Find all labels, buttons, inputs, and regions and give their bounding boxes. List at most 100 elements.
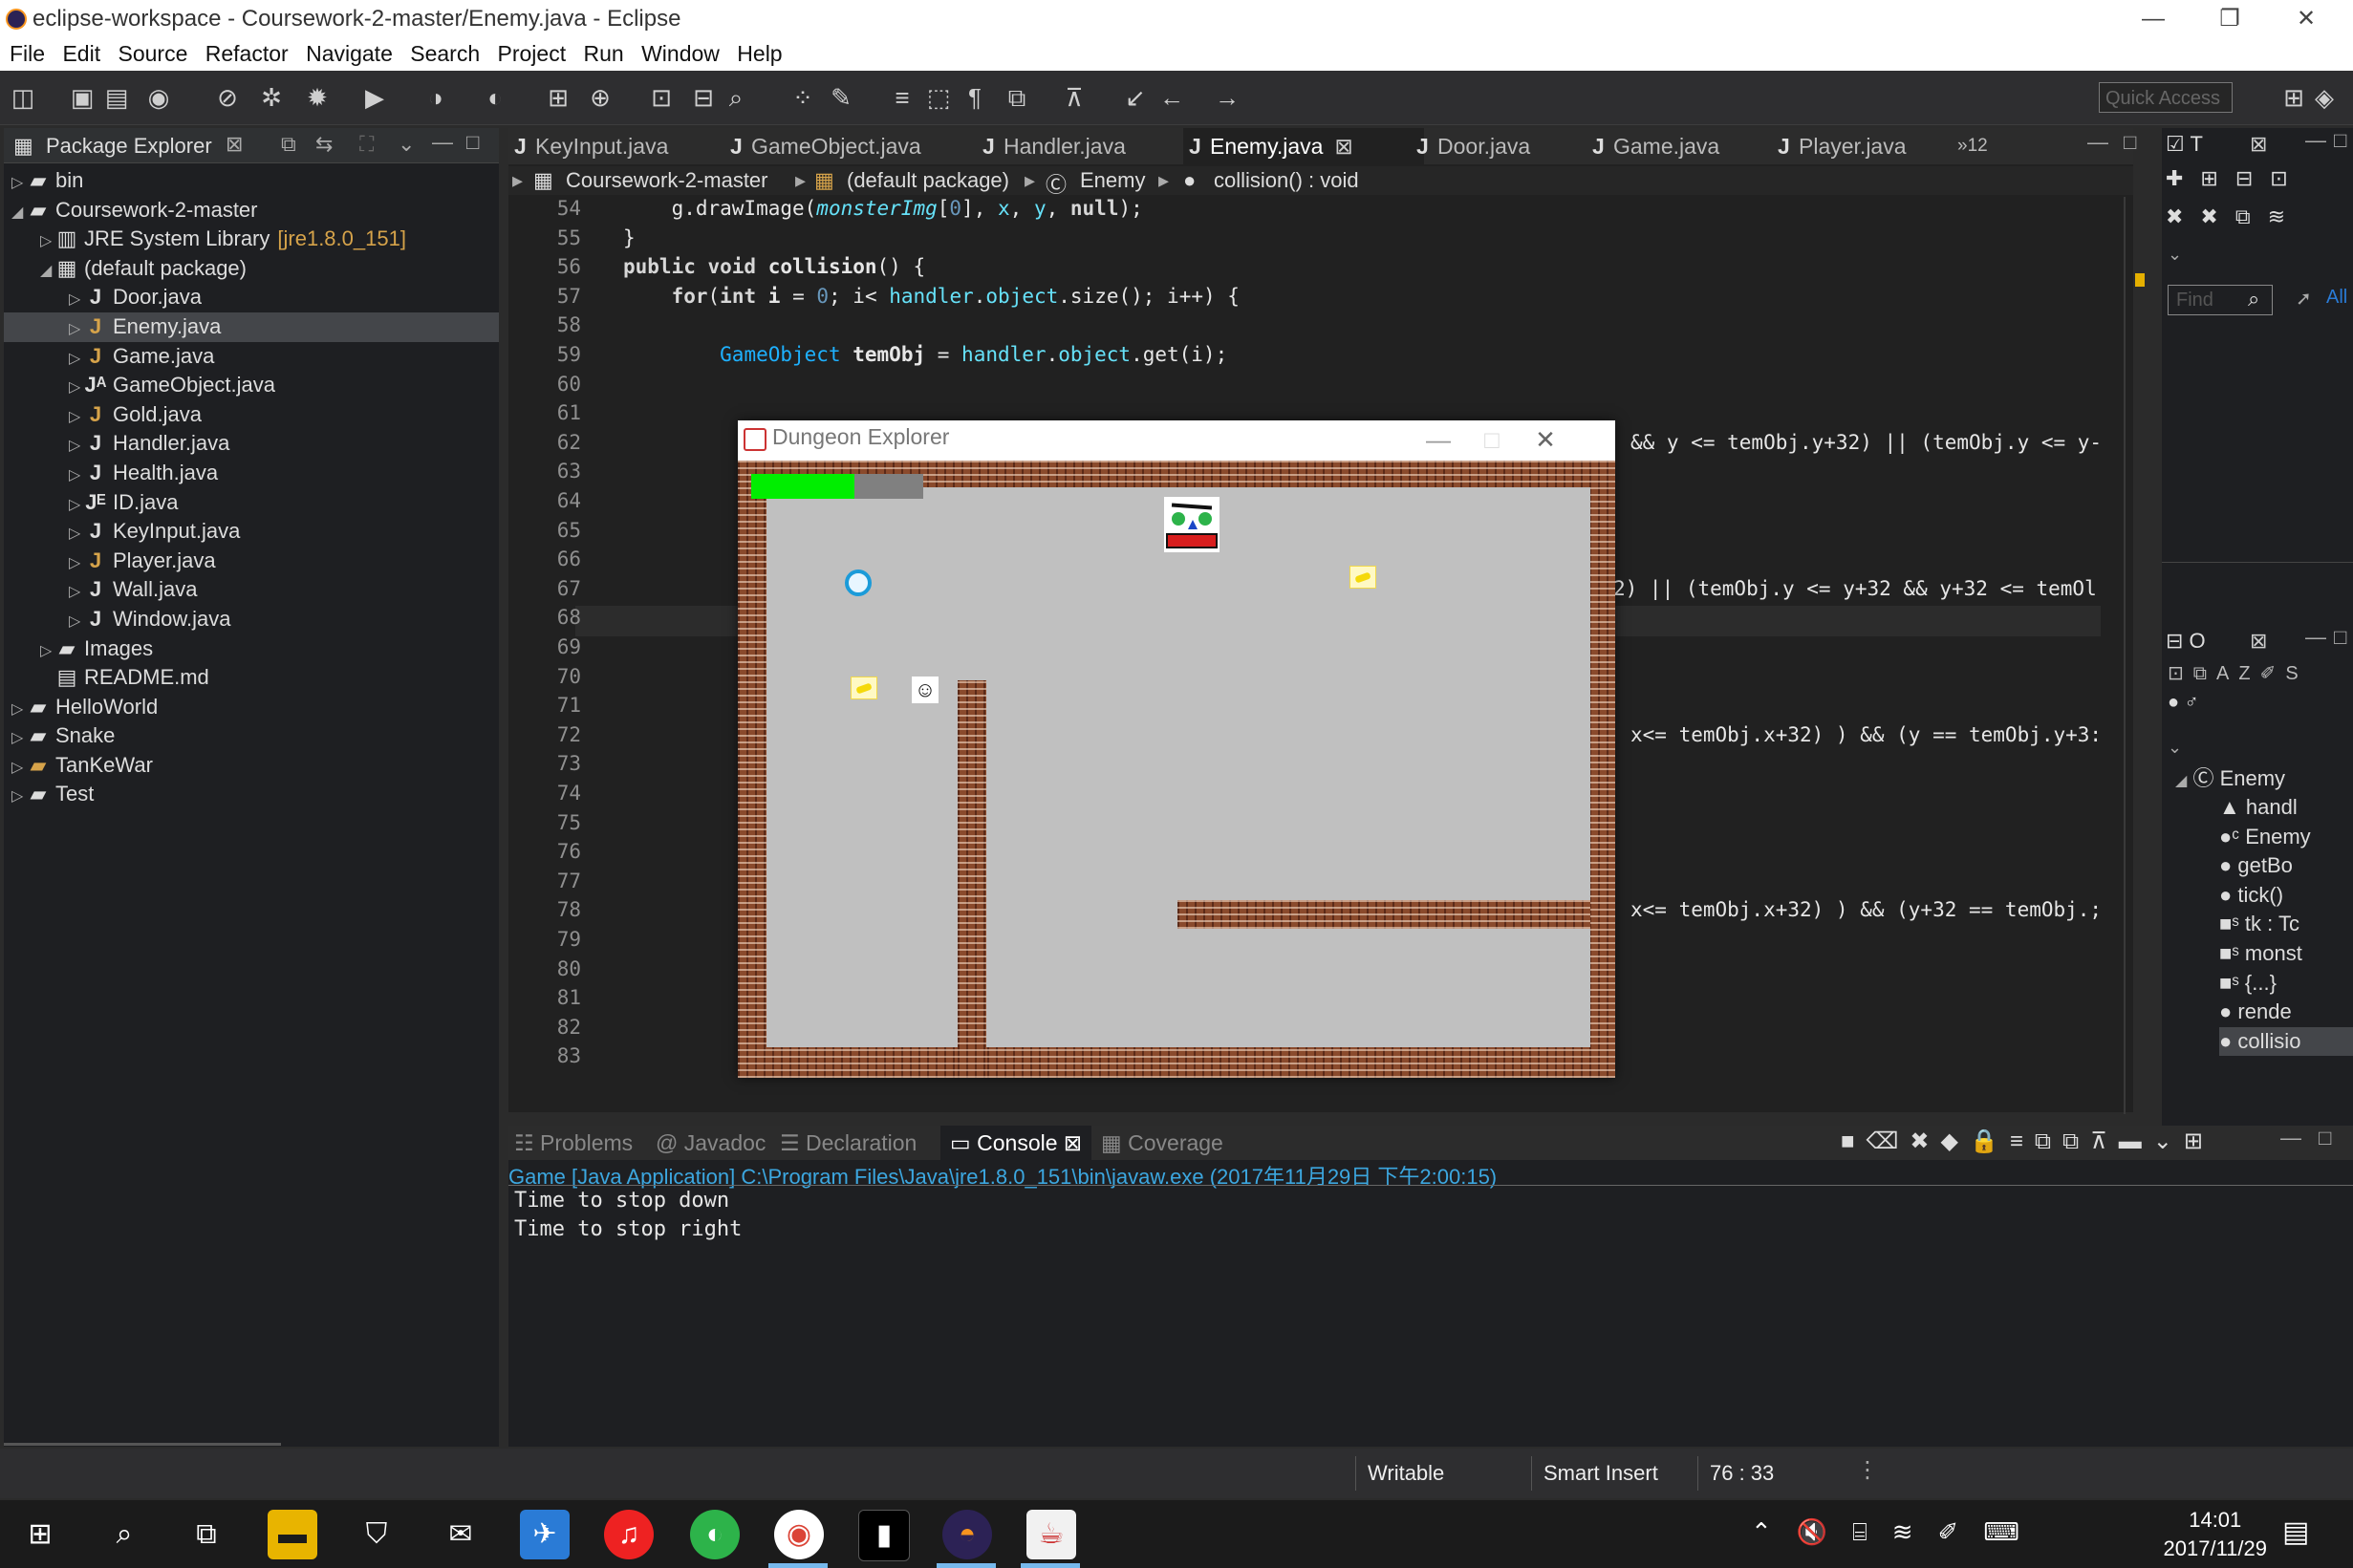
run-icon[interactable]: ▶	[359, 82, 390, 113]
menu-file[interactable]: File	[8, 38, 47, 70]
system-tray[interactable]: ⌃🔇⌸≋✐⌨	[1751, 1517, 2044, 1548]
task-view-icon[interactable]: ⧉	[182, 1510, 231, 1559]
start-windows-icon[interactable]: ⊞	[15, 1510, 65, 1559]
outline-class[interactable]: ◢ Ⓒ Enemy	[2175, 764, 2285, 793]
tab-enemy[interactable]: J Enemy.java ⊠	[1183, 128, 1424, 164]
search-icon[interactable]: ⌕	[99, 1510, 149, 1559]
breadcrumb-package[interactable]: (default package)	[847, 168, 1009, 193]
toggle-mark-icon[interactable]: ⁘	[788, 82, 818, 113]
save-all-icon[interactable]: ▤	[101, 82, 132, 113]
tab-gameobject[interactable]: J GameObject.java	[724, 128, 990, 164]
collapsed-twisty-icon[interactable]: ▷	[11, 724, 27, 754]
menu-refactor[interactable]: Refactor	[204, 38, 291, 70]
outline-member[interactable]: ■ˢ monst	[2219, 939, 2302, 968]
new-java-package-icon[interactable]: ⊞	[543, 82, 573, 113]
collapsed-twisty-icon[interactable]: ▷	[69, 432, 84, 462]
tree-item[interactable]: ▷ J Player.java	[4, 547, 499, 576]
debug-icon[interactable]: ✲	[256, 82, 287, 113]
maximize-view-icon[interactable]: □	[2319, 1126, 2331, 1150]
eclipse-icon[interactable]: ◓	[942, 1510, 992, 1559]
store-icon[interactable]: ⛉	[352, 1510, 401, 1559]
maximize-editor-icon[interactable]: □	[2124, 130, 2136, 155]
tab-keyinput[interactable]: J KeyInput.java	[508, 128, 749, 164]
collapsed-twisty-icon[interactable]: ▷	[69, 520, 84, 549]
minimize-editor-icon[interactable]: —	[2087, 130, 2108, 155]
pin-icon[interactable]: ⊼	[1059, 82, 1090, 113]
back-icon[interactable]: ←	[1156, 82, 1187, 113]
tree-item[interactable]: ▷ J KeyInput.java	[4, 517, 499, 547]
expanded-twisty-icon[interactable]: ◢	[40, 257, 55, 287]
collapsed-twisty-icon[interactable]: ▷	[69, 578, 84, 608]
search-icon[interactable]: ⌕	[721, 82, 751, 113]
tree-item[interactable]: ▷ J Game.java	[4, 342, 499, 372]
save-icon[interactable]: ▣	[67, 82, 97, 113]
tree-item[interactable]: ▷ ▰ HelloWorld	[4, 693, 499, 722]
outline-member[interactable]: ■ˢ {...}	[2219, 969, 2277, 998]
breadcrumb-class[interactable]: Enemy	[1080, 168, 1145, 193]
show-whitespace-icon[interactable]: ¶	[960, 82, 990, 113]
collapsed-twisty-icon[interactable]: ▷	[69, 403, 84, 433]
collapsed-twisty-icon[interactable]: ▷	[40, 227, 55, 257]
clock[interactable]: 14:01 2017/11/29	[2164, 1506, 2267, 1563]
terminal-icon[interactable]: ▮	[858, 1510, 910, 1561]
game-close-button[interactable]: ✕	[1522, 420, 1569, 459]
open-task-icon[interactable]: ⊟	[688, 82, 719, 113]
collapsed-twisty-icon[interactable]: ▷	[11, 783, 27, 812]
all-link[interactable]: All	[2326, 287, 2347, 309]
tree-item[interactable]: ▷ J Health.java	[4, 459, 499, 488]
tab-declaration[interactable]: ☰ Declaration	[780, 1126, 917, 1160]
tree-item[interactable]: ▷ J Enemy.java	[4, 311, 499, 345]
tab-console[interactable]: ▭ Console ⊠	[940, 1126, 1092, 1160]
menu-project[interactable]: Project	[496, 38, 569, 70]
tree-item[interactable]: ▷ J Handler.java	[4, 429, 499, 459]
maximize-view-icon[interactable]: □	[466, 130, 479, 155]
focus-icon[interactable]: ⛶	[359, 132, 374, 157]
tree-item[interactable]: ▷ ▰ Images	[4, 634, 499, 664]
tree-item[interactable]: ▷ ▰ TanKeWar	[4, 751, 499, 781]
tree-item[interactable]: ◢ ▰ Coursework-2-master	[4, 196, 499, 226]
breadcrumb-method[interactable]: collision() : void	[1214, 168, 1359, 193]
outline-toolbar-icons[interactable]: ⊡⧉AZ✐S	[2168, 661, 2308, 685]
feishu-bird-icon[interactable]: ✈	[520, 1510, 570, 1559]
new-class-icon[interactable]: ⊕	[585, 82, 615, 113]
menu-window[interactable]: Window	[639, 38, 722, 70]
outline-member[interactable]: ● getBo	[2219, 851, 2293, 880]
collapsed-twisty-icon[interactable]: ▷	[69, 315, 84, 345]
collapsed-twisty-icon[interactable]: ▷	[40, 637, 55, 667]
outline-member[interactable]: ● tick()	[2219, 881, 2283, 910]
collapsed-twisty-icon[interactable]: ▷	[69, 286, 84, 315]
open-perspective-icon[interactable]: ⊞	[2278, 82, 2309, 113]
notification-icon[interactable]: ▤	[2282, 1515, 2309, 1549]
tree-item[interactable]: ▷ J Window.java	[4, 605, 499, 634]
chrome-icon[interactable]: ◉	[774, 1510, 824, 1559]
minimize-view-icon[interactable]: —	[2280, 1126, 2301, 1150]
block-selection-icon[interactable]: ⬚	[923, 82, 954, 113]
outline-member[interactable]: ■ˢ tk : Tc	[2219, 910, 2299, 938]
outline-member[interactable]: ●ᶜ Enemy	[2219, 823, 2311, 851]
menu-navigate[interactable]: Navigate	[304, 38, 395, 70]
collapsed-twisty-icon[interactable]: ▷	[69, 345, 84, 375]
tab-door[interactable]: J Door.java	[1411, 128, 1609, 164]
external-tools-icon[interactable]: ◐	[480, 82, 510, 113]
quick-access-input[interactable]: Quick Access	[2099, 82, 2233, 113]
outline-member[interactable]: ▲ handl	[2219, 793, 2298, 822]
horizontal-scrollbar[interactable]	[4, 1443, 281, 1446]
chevron-down-icon[interactable]: ⌄	[2168, 738, 2182, 758]
maximize-view-icon[interactable]: □	[2334, 128, 2346, 153]
java-icon[interactable]: ☕	[1026, 1510, 1076, 1559]
outline-icon[interactable]: ⊟ O	[2166, 629, 2206, 654]
java-perspective-icon[interactable]: ◈	[2309, 82, 2340, 113]
tab-overflow[interactable]: »12	[1931, 128, 2034, 164]
console-toolbar-icons[interactable]: ■⌫✖◆🔒≡⧉⧉⊼▬⌄⊞	[1841, 1128, 2214, 1155]
tab-coverage[interactable]: ▦ Coverage	[1101, 1126, 1223, 1160]
outline-member[interactable]: ● collisio	[2219, 1026, 2353, 1056]
file-explorer-icon[interactable]: ▬	[268, 1510, 317, 1559]
link-editor-icon[interactable]: ⇆	[315, 132, 333, 157]
tree-item[interactable]: ▷ Jᴱ ID.java	[4, 488, 499, 518]
collapsed-twisty-icon[interactable]: ▷	[69, 462, 84, 491]
collapsed-twisty-icon[interactable]: ▷	[11, 696, 27, 725]
collapsed-twisty-icon[interactable]: ▷	[69, 608, 84, 637]
netease-music-icon[interactable]: ♫	[604, 1510, 654, 1559]
tree-item[interactable]: ▷ J Wall.java	[4, 575, 499, 605]
maximize-button[interactable]: ❐	[2192, 0, 2267, 38]
